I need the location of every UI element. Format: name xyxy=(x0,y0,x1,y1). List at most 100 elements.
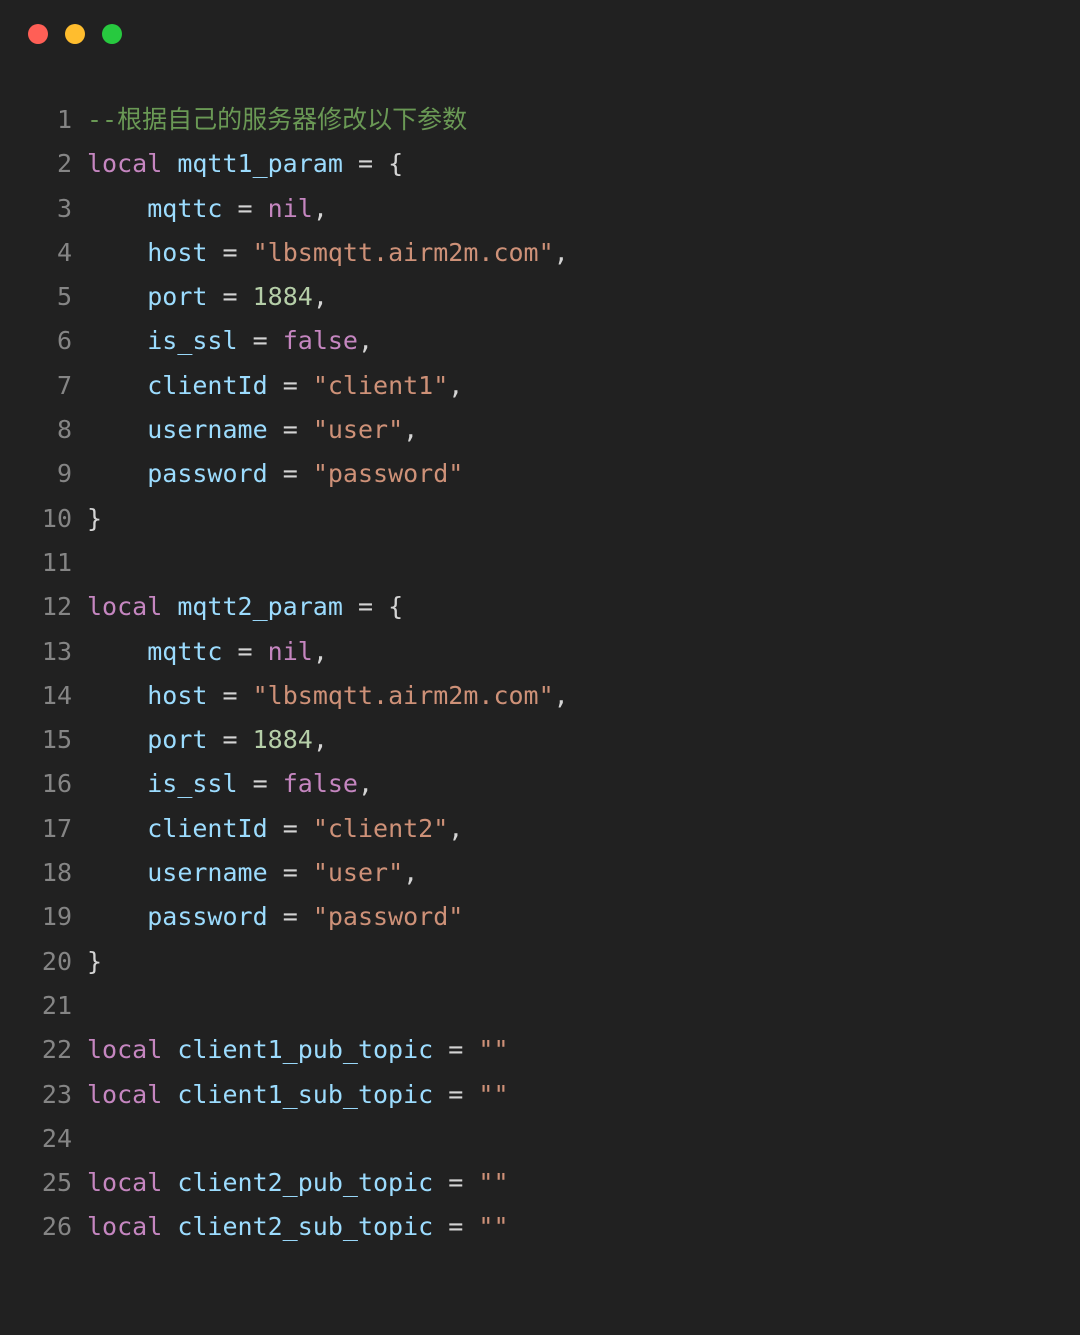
token-punct: , xyxy=(312,725,328,755)
code-line[interactable]: 4 host = "lbsmqtt.airm2m.com", xyxy=(0,231,1080,275)
code-line[interactable]: 2 local mqtt1_param = { xyxy=(0,142,1080,186)
code-line[interactable]: 7 clientId = "client1", xyxy=(0,364,1080,408)
code-line-text[interactable]: local mqtt1_param = { xyxy=(72,142,403,186)
code-line-text[interactable]: } xyxy=(72,940,102,984)
line-number: 18 xyxy=(41,858,72,888)
token-operator: = xyxy=(222,725,238,755)
code-line[interactable]: 12 local mqtt2_param = { xyxy=(0,585,1080,629)
code-line-text[interactable]: clientId = "client1", xyxy=(72,364,463,408)
token-ident: mqtt1_param xyxy=(177,149,343,179)
code-line[interactable]: 8 username = "user", xyxy=(0,408,1080,452)
code-line-text[interactable]: } xyxy=(72,497,102,541)
code-line[interactable]: 9 password = "password" xyxy=(0,452,1080,496)
code-line[interactable]: 15 port = 1884, xyxy=(0,718,1080,762)
code-line-text[interactable]: clientId = "client2", xyxy=(72,807,463,851)
window-controls xyxy=(28,24,122,44)
code-line[interactable]: 18 username = "user", xyxy=(0,851,1080,895)
token-comment: --根据自己的服务器修改以下参数 xyxy=(87,105,468,134)
token-punct: , xyxy=(403,415,419,445)
token-operator: = xyxy=(252,326,268,356)
token-punct: } xyxy=(87,946,103,976)
code-line-text[interactable]: password = "password" xyxy=(72,452,463,496)
code-line-text[interactable]: is_ssl = false, xyxy=(72,319,373,363)
token-keyword: local xyxy=(87,1212,163,1242)
token-punct: , xyxy=(448,370,464,400)
token-string: "" xyxy=(478,1035,509,1065)
code-line-text[interactable]: mqttc = nil, xyxy=(72,187,328,231)
code-line[interactable]: 5 port = 1884, xyxy=(0,275,1080,319)
code-line-text[interactable]: port = 1884, xyxy=(72,718,328,762)
code-line-text[interactable]: host = "lbsmqtt.airm2m.com", xyxy=(72,231,569,275)
code-line-text[interactable]: port = 1884, xyxy=(72,275,328,319)
code-line[interactable]: 20} xyxy=(0,940,1080,984)
code-line-text[interactable]: username = "user", xyxy=(72,408,418,452)
code-line[interactable]: 13 mqttc = nil, xyxy=(0,630,1080,674)
token-ident: client1_pub_topic xyxy=(177,1035,434,1065)
token-string: "lbsmqtt.airm2m.com" xyxy=(252,680,554,710)
token-operator: = xyxy=(282,415,298,445)
token-keyword: false xyxy=(282,769,358,799)
code-line-text[interactable]: username = "user", xyxy=(72,851,418,895)
token-operator: = xyxy=(282,858,298,888)
token-punct: , xyxy=(403,858,419,888)
token-punct: , xyxy=(312,282,328,312)
line-number: 10 xyxy=(41,503,72,533)
token-operator: = xyxy=(357,149,374,179)
code-line-text[interactable]: is_ssl = false, xyxy=(72,762,373,806)
code-line-text[interactable]: host = "lbsmqtt.airm2m.com", xyxy=(72,674,569,718)
token-ident: clientId xyxy=(147,370,268,400)
code-line[interactable]: 1 --根据自己的服务器修改以下参数 xyxy=(0,98,1080,142)
line-number: 13 xyxy=(41,636,72,666)
close-button[interactable] xyxy=(28,24,48,44)
code-line[interactable]: 19 password = "password" xyxy=(0,895,1080,939)
code-line[interactable]: 17 clientId = "client2", xyxy=(0,807,1080,851)
code-line-text[interactable]: local client1_sub_topic = "" xyxy=(72,1073,509,1117)
line-number: 2 xyxy=(56,149,72,179)
code-line-text[interactable]: local client2_pub_topic = "" xyxy=(72,1161,509,1205)
token-ident: mqttc xyxy=(147,636,223,666)
code-line[interactable]: 10} xyxy=(0,497,1080,541)
minimize-button[interactable] xyxy=(65,24,85,44)
code-line[interactable]: 25 local client2_pub_topic = "" xyxy=(0,1161,1080,1205)
code-line-text[interactable]: mqttc = nil, xyxy=(72,630,328,674)
code-line[interactable]: 26 local client2_sub_topic = "" xyxy=(0,1205,1080,1249)
line-number: 22 xyxy=(41,1035,72,1065)
code-line[interactable]: 23 local client1_sub_topic = "" xyxy=(0,1073,1080,1117)
code-line-text[interactable]: local client2_sub_topic = "" xyxy=(72,1205,509,1249)
code-line[interactable]: 14 host = "lbsmqtt.airm2m.com", xyxy=(0,674,1080,718)
line-number: 4 xyxy=(56,237,72,267)
code-line[interactable]: 3 mqttc = nil, xyxy=(0,187,1080,231)
code-line-text[interactable]: password = "password" xyxy=(72,895,463,939)
code-line[interactable]: 6 is_ssl = false, xyxy=(0,319,1080,363)
code-line[interactable]: 16 is_ssl = false, xyxy=(0,762,1080,806)
code-line[interactable]: 11 xyxy=(0,541,1080,585)
code-line[interactable]: 24 xyxy=(0,1117,1080,1161)
code-line[interactable]: 22 local client1_pub_topic = "" xyxy=(0,1028,1080,1072)
maximize-button[interactable] xyxy=(102,24,122,44)
code-line[interactable]: 21 xyxy=(0,984,1080,1028)
line-number: 12 xyxy=(41,592,72,622)
token-operator: = xyxy=(282,813,298,843)
code-line-text[interactable]: --根据自己的服务器修改以下参数 xyxy=(72,98,467,142)
token-operator: = xyxy=(237,636,253,666)
token-ident: host xyxy=(147,237,208,267)
token-punct: , xyxy=(312,193,328,223)
code-line-text[interactable]: local mqtt2_param = { xyxy=(72,585,403,629)
token-operator: = xyxy=(448,1212,464,1242)
token-operator: = xyxy=(448,1168,464,1198)
line-number: 25 xyxy=(41,1168,72,1198)
code-line-text[interactable]: local client1_pub_topic = "" xyxy=(72,1028,509,1072)
code-editor[interactable]: 1 --根据自己的服务器修改以下参数 2 local mqtt1_param = {3… xyxy=(0,68,1080,1250)
